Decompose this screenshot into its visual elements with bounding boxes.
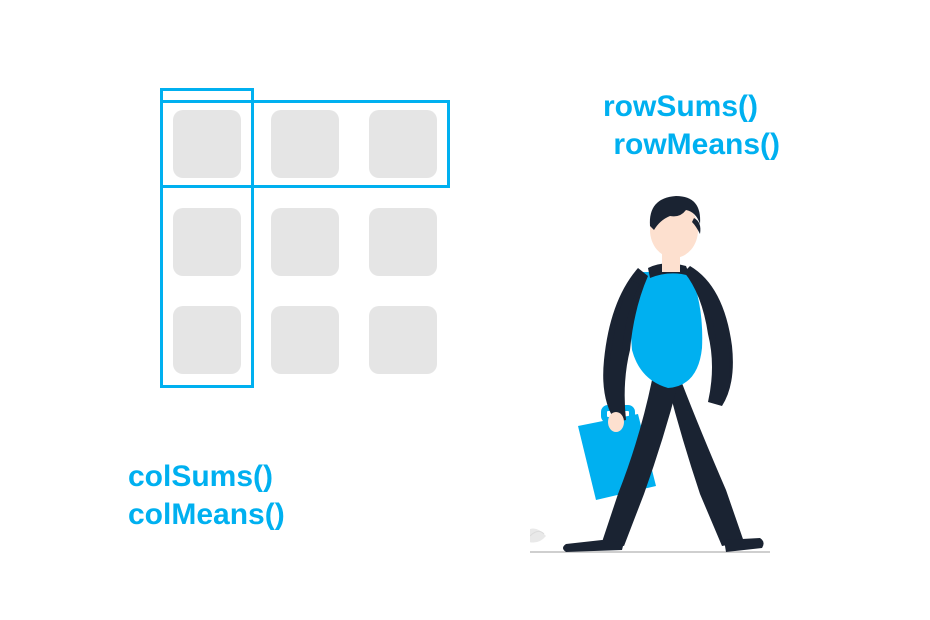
grid-cell — [369, 208, 437, 276]
person-illustration — [530, 190, 810, 570]
col-highlight-box — [160, 88, 254, 388]
row-means-label: rowMeans() — [613, 126, 780, 164]
col-means-label: colMeans() — [128, 496, 285, 534]
grid-cell — [271, 306, 339, 374]
row-sums-label: rowSums() — [603, 88, 758, 126]
grid-cell — [271, 208, 339, 276]
col-sums-label: colSums() — [128, 458, 273, 496]
grid-cell — [369, 306, 437, 374]
